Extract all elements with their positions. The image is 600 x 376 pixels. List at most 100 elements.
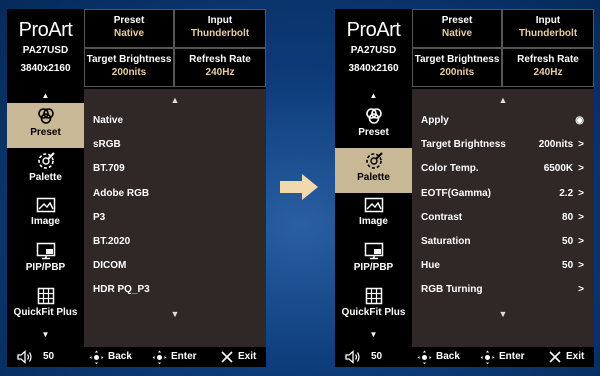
sidebar-item-label: Image bbox=[31, 216, 60, 227]
sidebar-item-preset[interactable]: Preset bbox=[7, 103, 84, 148]
sidebar-item-quickfit[interactable]: QuickFit Plus bbox=[335, 283, 412, 328]
model-name: PA27USD bbox=[350, 45, 397, 56]
chevron-right-icon: > bbox=[578, 284, 584, 296]
header-refresh-label: Refresh Rate bbox=[189, 54, 251, 65]
pip-icon bbox=[36, 242, 55, 260]
sidebar-item-pip[interactable]: PIP/PBP bbox=[7, 238, 84, 283]
sidebar-item-quickfit[interactable]: QuickFit Plus bbox=[7, 283, 84, 328]
sidebar-down-arrow-icon[interactable]: ▼ bbox=[7, 328, 84, 342]
menu-up-arrow-icon[interactable]: ▲ bbox=[412, 89, 594, 109]
menu-item-bt2020[interactable]: BT.2020 bbox=[84, 230, 266, 254]
chevron-right-icon: > bbox=[578, 260, 584, 272]
menu-item-contrast[interactable]: Contrast 80 > bbox=[412, 206, 594, 230]
menu-item-color-temp[interactable]: Color Temp. 6500K > bbox=[412, 157, 594, 181]
menu-item-dicom[interactable]: DICOM bbox=[84, 254, 266, 278]
palette-icon bbox=[37, 152, 55, 169]
menu-item-label: P3 bbox=[93, 211, 106, 223]
sidebar-item-pip[interactable]: PIP/PBP bbox=[335, 238, 412, 283]
menu-item-bt709[interactable]: BT.709 bbox=[84, 157, 266, 181]
osd-panel-preset: ProArt PA27USD 3840x2160 Preset Native I… bbox=[7, 9, 266, 367]
sidebar-down-arrow-icon[interactable]: ▼ bbox=[335, 328, 412, 342]
sidebar: ▲ Preset Palette Image PIP/PBP QuickFit … bbox=[7, 89, 84, 347]
menu-item-label: DICOM bbox=[93, 260, 127, 272]
volume-control[interactable]: 50 bbox=[345, 347, 382, 367]
sidebar-up-arrow-icon[interactable]: ▲ bbox=[7, 89, 84, 103]
menu-item-hdr-pq-p3[interactable]: HDR PQ_P3 bbox=[84, 278, 266, 302]
menu-item-label: BT.709 bbox=[93, 163, 125, 175]
menu-item-apply[interactable]: Apply ◉ bbox=[412, 109, 594, 133]
proart-logo: ProArt PA27USD 3840x2160 bbox=[7, 9, 84, 89]
menu-item-value: 80 bbox=[562, 211, 574, 223]
menu-item-value: 50 bbox=[562, 235, 574, 247]
menu-item-rgb-turning[interactable]: RGB Turning > bbox=[412, 278, 594, 302]
header-input-value: Thunderbolt bbox=[190, 28, 250, 39]
resolution: 3840x2160 bbox=[348, 63, 399, 74]
menu-item-srgb[interactable]: sRGB bbox=[84, 133, 266, 157]
menu-item-label: HDR PQ_P3 bbox=[93, 284, 150, 296]
joystick-back-icon bbox=[89, 350, 104, 364]
quickfit-icon bbox=[365, 287, 382, 305]
header-brightness-value: 200nits bbox=[111, 67, 147, 78]
header-brightness: Target Brightness 200nits bbox=[84, 48, 174, 87]
sidebar-item-label: Palette bbox=[357, 172, 390, 183]
volume-control[interactable]: 50 bbox=[17, 347, 54, 367]
preset-menu: ▲ Native sRGB BT.709 Adobe RGB P3 BT.202… bbox=[84, 89, 266, 347]
menu-down-arrow-icon[interactable]: ▼ bbox=[84, 303, 266, 323]
menu-item-saturation[interactable]: Saturation 50 > bbox=[412, 230, 594, 254]
menu-item-label: RGB Turning bbox=[421, 284, 483, 296]
volume-value: 50 bbox=[43, 351, 55, 362]
menu-item-value-wrap: 2.2 > bbox=[559, 182, 584, 206]
menu-item-eotf-gamma[interactable]: EOTF(Gamma) 2.2 > bbox=[412, 182, 594, 206]
header-preset-value: Native bbox=[441, 28, 472, 39]
resolution: 3840x2160 bbox=[20, 63, 71, 74]
model-name: PA27USD bbox=[22, 45, 69, 56]
sidebar-item-image[interactable]: Image bbox=[7, 193, 84, 238]
back-button[interactable]: Back bbox=[417, 347, 460, 367]
sidebar-item-label: PIP/PBP bbox=[353, 262, 394, 273]
menu-item-value: 200nits bbox=[538, 139, 574, 151]
menu-item-p3[interactable]: P3 bbox=[84, 206, 266, 230]
back-button[interactable]: Back bbox=[89, 347, 132, 367]
menu-item-value-wrap: 6500K > bbox=[544, 157, 584, 181]
menu-up-arrow-icon[interactable]: ▲ bbox=[84, 89, 266, 109]
chevron-right-icon: > bbox=[578, 187, 584, 199]
sidebar-item-image[interactable]: Image bbox=[335, 193, 412, 238]
menu-down-arrow-icon[interactable]: ▼ bbox=[412, 303, 594, 323]
menu-item-value: 50 bbox=[562, 260, 574, 272]
menu-item-target-brightness[interactable]: Target Brightness 200nits > bbox=[412, 133, 594, 157]
enter-button[interactable]: Enter bbox=[480, 347, 525, 367]
menu-item-value: 2.2 bbox=[559, 187, 574, 199]
osd-footer: 50 Back Enter Exit bbox=[7, 347, 266, 367]
speaker-icon bbox=[17, 350, 32, 364]
menu-item-native[interactable]: Native bbox=[84, 109, 266, 133]
radio-selected-icon[interactable]: ◉ bbox=[575, 109, 584, 133]
menu-item-value-wrap: 50 > bbox=[562, 254, 584, 278]
header-preset: Preset Native bbox=[84, 9, 174, 48]
menu-item-value-wrap: > bbox=[573, 278, 584, 302]
header-preset: Preset Native bbox=[412, 9, 502, 48]
sidebar-up-arrow-icon[interactable]: ▲ bbox=[335, 89, 412, 103]
menu-item-hue[interactable]: Hue 50 > bbox=[412, 254, 594, 278]
brand-name: ProArt bbox=[18, 19, 73, 41]
enter-button[interactable]: Enter bbox=[152, 347, 197, 367]
joystick-enter-icon bbox=[152, 350, 167, 364]
exit-button[interactable]: Exit bbox=[548, 347, 584, 367]
menu-item-label: Contrast bbox=[421, 211, 463, 223]
enter-label: Enter bbox=[171, 351, 197, 362]
sidebar-item-label: QuickFit Plus bbox=[341, 307, 406, 318]
chevron-right-icon: > bbox=[578, 163, 584, 175]
exit-button[interactable]: Exit bbox=[220, 347, 256, 367]
menu-item-label: Hue bbox=[421, 260, 440, 272]
image-icon bbox=[364, 197, 383, 213]
menu-item-label: sRGB bbox=[93, 139, 121, 151]
menu-item-adobe-rgb[interactable]: Adobe RGB bbox=[84, 182, 266, 206]
sidebar-item-preset[interactable]: Preset bbox=[335, 103, 412, 148]
menu-item-label: Native bbox=[93, 115, 124, 126]
back-label: Back bbox=[436, 351, 460, 362]
header-preset-value: Native bbox=[113, 28, 144, 39]
close-icon bbox=[221, 351, 233, 363]
transition-arrow-icon bbox=[280, 174, 318, 200]
sidebar-item-palette[interactable]: Palette bbox=[7, 148, 84, 193]
header-refresh: Refresh Rate 240Hz bbox=[502, 48, 594, 87]
sidebar-item-palette[interactable]: Palette bbox=[335, 148, 412, 193]
